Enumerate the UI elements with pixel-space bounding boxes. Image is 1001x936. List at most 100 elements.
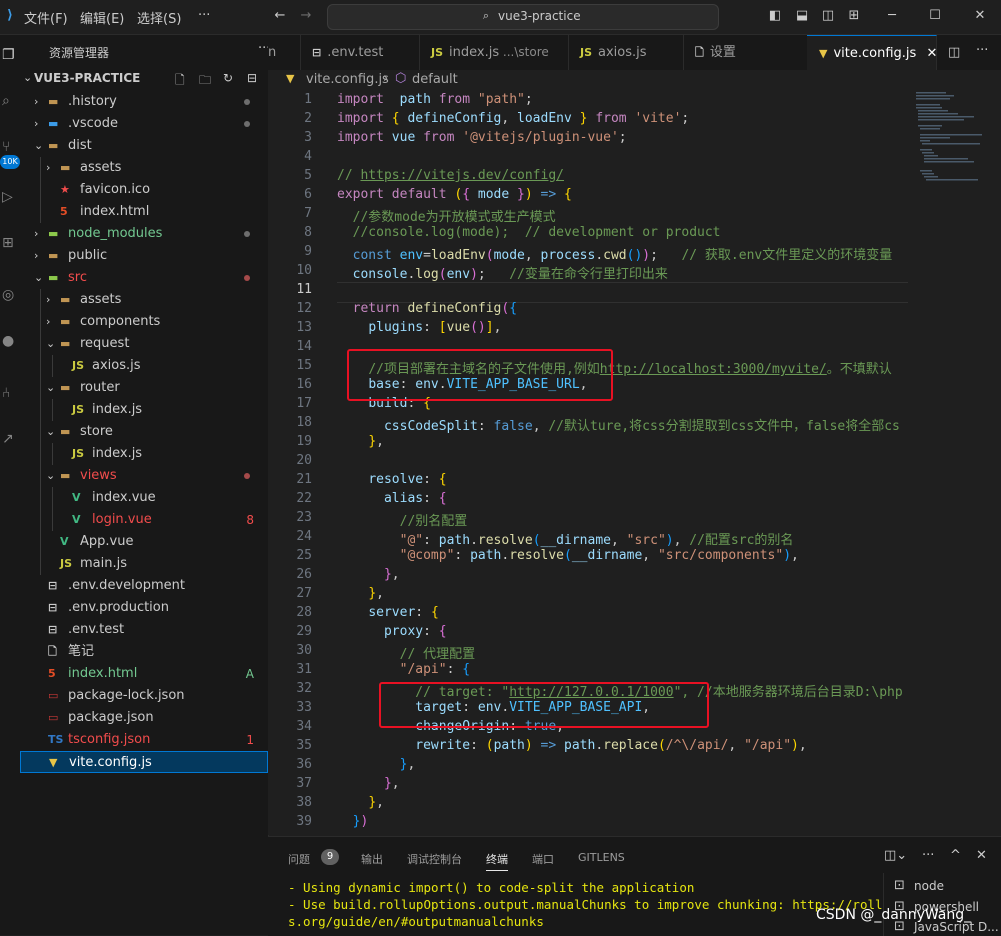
tab-ports[interactable]: 端口: [532, 851, 554, 867]
tree-folder[interactable]: › ▬ components: [20, 311, 268, 333]
command-center-search[interactable]: ⌕ vue3-practice: [327, 4, 719, 30]
chevron-down-icon[interactable]: ⌄: [46, 421, 56, 443]
menu-selection[interactable]: 选择(S): [137, 8, 181, 27]
tree-folder[interactable]: › ▬ .history: [20, 91, 268, 113]
tree-folder[interactable]: › ▬ node_modules: [20, 223, 268, 245]
tree-file[interactable]: Vlogin.vue 8: [20, 509, 268, 531]
editor-tab[interactable]: ⊟ .env.test: [300, 35, 420, 70]
tree-folder[interactable]: › ▬ assets: [20, 289, 268, 311]
tab-output[interactable]: 输出: [361, 851, 383, 867]
collapse-all-icon[interactable]: ⊟: [247, 71, 257, 85]
new-file-icon[interactable]: 🗋: [175, 71, 185, 92]
tree-file[interactable]: ▭ package-lock.json: [20, 685, 268, 707]
tree-file[interactable]: ★ favicon.ico: [20, 179, 268, 201]
file-icon: 🗋: [695, 46, 704, 59]
chevron-right-icon[interactable]: ›: [34, 223, 44, 245]
github-icon[interactable]: ●: [2, 333, 18, 351]
tree-file[interactable]: 🗋 笔记: [20, 641, 268, 663]
tree-file[interactable]: 5 index.html: [20, 201, 268, 223]
tree-file[interactable]: JS index.js: [20, 399, 268, 421]
terminal-item-node[interactable]: node: [914, 879, 944, 893]
maximize-panel-icon[interactable]: ^: [950, 848, 961, 863]
gitlens-icon[interactable]: ⑃: [2, 385, 18, 403]
breadcrumb-symbol[interactable]: default: [412, 72, 458, 87]
split-editor-icon[interactable]: ◫: [948, 45, 960, 60]
maximize-icon[interactable]: ☐: [927, 8, 943, 24]
chevron-right-icon[interactable]: ›: [46, 311, 56, 333]
explorer-icon[interactable]: ❐: [2, 47, 18, 65]
chevron-down-icon[interactable]: ⌄: [46, 465, 56, 487]
tree-file[interactable]: ⊟ .env.production: [20, 597, 268, 619]
tree-file[interactable]: TS tsconfig.json 1: [20, 729, 268, 751]
chevron-right-icon[interactable]: ›: [34, 91, 44, 113]
minimize-icon[interactable]: ─: [884, 8, 900, 24]
editor-tab[interactable]: n: [268, 35, 301, 70]
project-title[interactable]: VUE3-PRACTICE: [34, 71, 140, 85]
toggle-secondary-sidebar-icon[interactable]: ◫: [820, 8, 836, 24]
run-debug-icon[interactable]: ▷: [2, 189, 18, 207]
tree-file[interactable]: ▭ package.json: [20, 707, 268, 729]
extensions-icon[interactable]: ⊞: [2, 235, 18, 253]
editor-tab[interactable]: JS axios.js: [568, 35, 684, 70]
search-view-icon[interactable]: ⌕: [2, 93, 18, 111]
close-panel-icon[interactable]: ✕: [976, 848, 987, 863]
chevron-right-icon[interactable]: ›: [46, 289, 56, 311]
tree-file[interactable]: JS axios.js: [20, 355, 268, 377]
line-number: 21: [296, 472, 312, 487]
forward-arrow-icon[interactable]: →: [298, 8, 314, 24]
menu-more[interactable]: ···: [198, 8, 210, 23]
refresh-icon[interactable]: ↻: [223, 71, 233, 85]
tree-folder[interactable]: › ▬ .vscode: [20, 113, 268, 135]
close-tab-icon[interactable]: ✕: [922, 46, 936, 61]
chevron-right-icon[interactable]: ›: [46, 157, 56, 179]
editor-tab[interactable]: 🗋 设置: [683, 35, 808, 70]
chevron-down-icon[interactable]: ⌄: [34, 267, 44, 289]
tree-file[interactable]: ⊟ .env.development: [20, 575, 268, 597]
tree-file[interactable]: 5 index.html A: [20, 663, 268, 685]
editor-tab[interactable]: JS index.js ...\store: [419, 35, 569, 70]
chevron-right-icon[interactable]: ›: [34, 245, 44, 267]
tree-folder[interactable]: ⌄ ▬ views: [20, 465, 268, 487]
new-folder-icon[interactable]: 🗀: [199, 71, 211, 92]
close-window-icon[interactable]: ✕: [972, 8, 988, 24]
tab-problems[interactable]: 问题: [288, 851, 310, 867]
breadcrumb-file[interactable]: vite.config.js: [306, 72, 389, 87]
chevron-down-icon[interactable]: ⌄: [46, 333, 56, 355]
tree-folder[interactable]: ⌄ ▬ dist: [20, 135, 268, 157]
tree-folder[interactable]: ⌄ ▬ src: [20, 267, 268, 289]
editor-more-button[interactable]: ···: [976, 43, 988, 58]
tree-folder[interactable]: › ▬ assets: [20, 157, 268, 179]
chevron-down-icon[interactable]: ⌄: [23, 71, 32, 84]
code-editor[interactable]: 1 import path from "path"; 2 import { defin…: [268, 90, 908, 835]
back-arrow-icon[interactable]: ←: [272, 8, 288, 24]
panel-more-button[interactable]: ···: [922, 848, 934, 863]
chevron-right-icon[interactable]: ›: [34, 113, 44, 135]
editor-tab[interactable]: ▼ vite.config.js ✕: [807, 35, 937, 70]
chevron-down-icon[interactable]: ⌄: [34, 135, 44, 157]
chevron-down-icon[interactable]: ⌄: [46, 377, 56, 399]
tree-file[interactable]: ⊟ .env.test: [20, 619, 268, 641]
tab-terminal[interactable]: 终端: [486, 851, 508, 871]
code-line: console.log(env); //变量在命令行里打印出来: [352, 267, 668, 282]
customize-layout-icon[interactable]: ⊞: [846, 8, 862, 24]
tree-folder[interactable]: › ▬ public: [20, 245, 268, 267]
tree-file[interactable]: V App.vue: [20, 531, 268, 553]
tab-debug-console[interactable]: 调试控制台: [407, 851, 462, 867]
menu-edit[interactable]: 编辑(E): [80, 8, 124, 27]
tree-folder[interactable]: ⌄ ▬ request: [20, 333, 268, 355]
minimap[interactable]: [908, 90, 1001, 835]
tree-file[interactable]: JS index.js: [20, 443, 268, 465]
menu-file[interactable]: 文件(F): [24, 8, 68, 27]
tree-file[interactable]: ▼ vite.config.js: [20, 751, 268, 773]
live-share-icon[interactable]: ↗: [2, 431, 18, 449]
remote-explorer-icon[interactable]: ◎: [2, 287, 18, 305]
tree-file[interactable]: Vindex.vue: [20, 487, 268, 509]
chevron-right-icon: ›: [383, 71, 389, 86]
tree-file[interactable]: JS main.js: [20, 553, 268, 575]
toggle-panel-icon[interactable]: ⬓: [794, 8, 810, 24]
tree-folder[interactable]: ⌄ ▬ router: [20, 377, 268, 399]
toggle-sidebar-icon[interactable]: ◧: [767, 8, 783, 24]
tab-gitlens[interactable]: GITLENS: [578, 851, 625, 864]
new-terminal-icon[interactable]: ◫⌄: [884, 848, 907, 863]
tree-folder[interactable]: ⌄ ▬ store: [20, 421, 268, 443]
